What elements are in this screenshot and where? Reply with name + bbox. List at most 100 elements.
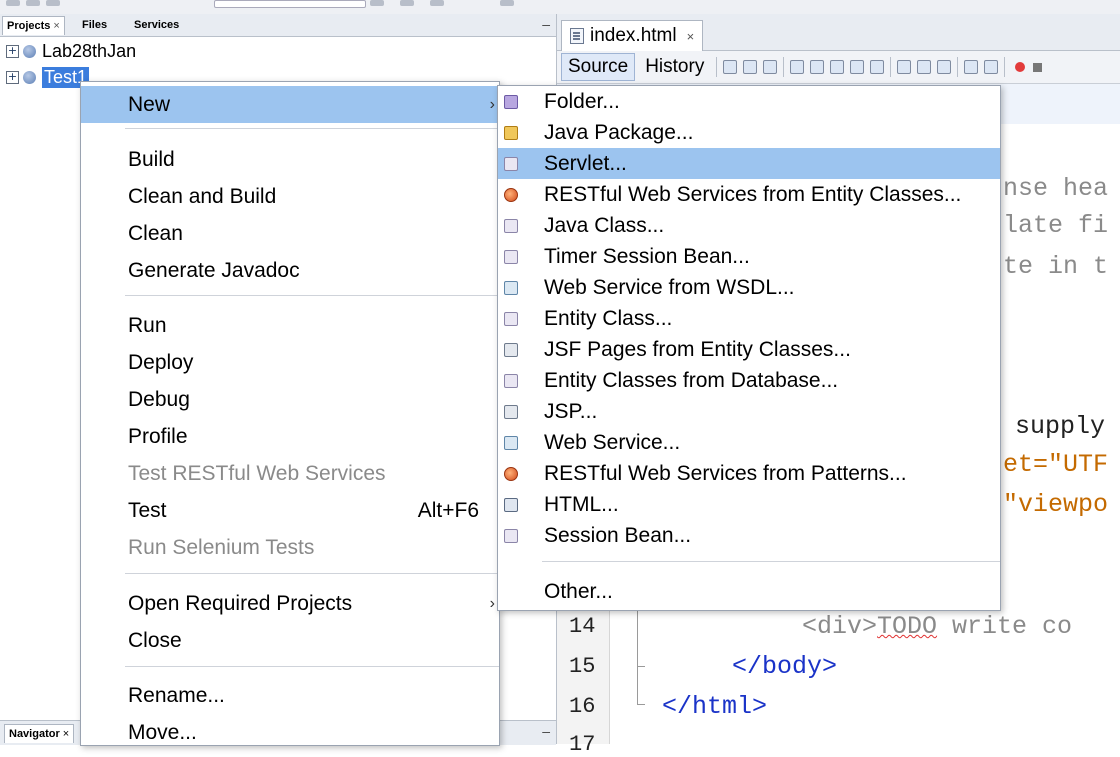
menu-item-clean[interactable]: Clean (81, 215, 499, 252)
submenu-item-label: Entity Classes from Database... (544, 369, 839, 392)
submenu-item-html[interactable]: HTML... (498, 489, 1000, 520)
close-icon[interactable]: × (53, 20, 59, 32)
toggle-bookmark-icon[interactable] (937, 60, 952, 74)
fold-guide (637, 666, 645, 667)
submenu-item-timer-session-bean[interactable]: Timer Session Bean... (498, 241, 1000, 272)
submenu-item-entity-from-database[interactable]: Entity Classes from Database... (498, 365, 1000, 396)
submenu-arrow-icon: › (489, 96, 495, 113)
config-dropdown[interactable] (214, 0, 366, 8)
code-line[interactable]: "viewpo (1003, 490, 1108, 519)
submenu-item-web-service-from-wsdl[interactable]: Web Service from WSDL... (498, 272, 1000, 303)
toolbar-separator (1004, 57, 1006, 77)
debug-icon[interactable] (430, 0, 444, 6)
menu-item-test[interactable]: Test Alt+F6 (81, 492, 499, 529)
stop-macro-icon[interactable] (1033, 62, 1043, 72)
new-project-icon[interactable] (26, 0, 40, 6)
menu-item-profile[interactable]: Profile (81, 418, 499, 455)
build-icon[interactable] (370, 0, 384, 6)
expand-icon[interactable]: + (6, 70, 19, 84)
submenu-item-restful-from-entity[interactable]: RESTful Web Services from Entity Classes… (498, 179, 1000, 210)
code-line-14[interactable]: <div>TODO write co (802, 612, 1072, 641)
submenu-item-jsp[interactable]: JSP... (498, 396, 1000, 427)
submenu-item-label: Folder... (544, 90, 620, 113)
code-line[interactable]: et="UTF (1003, 450, 1108, 479)
open-project-icon[interactable] (46, 0, 60, 6)
menu-item-build[interactable]: Build (81, 141, 499, 178)
submenu-item-entity-class[interactable]: Entity Class... (498, 303, 1000, 334)
new-file-icon[interactable] (6, 0, 20, 6)
class-icon (504, 529, 518, 543)
toolbar-separator (716, 57, 718, 77)
menu-item-label: Open Required Projects (128, 592, 353, 615)
source-button[interactable]: Source (561, 53, 636, 81)
history-button[interactable]: History (639, 54, 710, 80)
close-icon[interactable]: × (687, 29, 695, 44)
profile-icon[interactable] (500, 0, 514, 6)
submenu-item-web-service[interactable]: Web Service... (498, 427, 1000, 458)
menu-item-clean-and-build[interactable]: Clean and Build (81, 178, 499, 215)
code-line-15[interactable]: </body> (732, 652, 837, 681)
menu-item-open-required-projects[interactable]: Open Required Projects › (81, 585, 499, 622)
submenu-item-folder[interactable]: Folder... (498, 86, 1000, 117)
menu-item-generate-javadoc[interactable]: Generate Javadoc (81, 252, 499, 289)
submenu-item-java-package[interactable]: Java Package... (498, 117, 1000, 148)
code-line[interactable]: supply (1015, 412, 1105, 441)
tree-item-lab28thjan[interactable]: + Lab28thJan (6, 40, 136, 62)
tab-files[interactable]: Files (78, 16, 111, 34)
submenu-item-restful-from-patterns[interactable]: RESTful Web Services from Patterns... (498, 458, 1000, 489)
menu-item-close[interactable]: Close (81, 622, 499, 659)
previous-bookmark-icon[interactable] (897, 60, 912, 74)
menu-item-deploy[interactable]: Deploy (81, 344, 499, 381)
jsp-icon (504, 405, 518, 419)
find-icon[interactable] (790, 60, 805, 74)
submenu-item-jsf-pages[interactable]: JSF Pages from Entity Classes... (498, 334, 1000, 365)
find-selection-icon[interactable] (850, 60, 865, 74)
line-number: 16 (569, 694, 596, 719)
start-macro-icon[interactable] (1015, 62, 1026, 72)
back-icon[interactable] (743, 60, 758, 74)
close-icon[interactable]: × (63, 728, 69, 740)
shift-left-icon[interactable] (964, 60, 979, 74)
menu-item-new[interactable]: New › (81, 86, 499, 123)
next-bookmark-icon[interactable] (917, 60, 932, 74)
tab-navigator[interactable]: Navigator × (4, 724, 75, 743)
tab-services[interactable]: Services (130, 16, 183, 34)
forward-icon[interactable] (763, 60, 778, 74)
code-line[interactable]: nse hea (1003, 174, 1108, 203)
menu-item-debug[interactable]: Debug (81, 381, 499, 418)
tab-projects[interactable]: Projects × (2, 16, 65, 35)
toolbar-separator (957, 57, 959, 77)
menu-item-label: Run Selenium Tests (128, 536, 315, 559)
main-toolbar (0, 0, 1120, 15)
code-line[interactable]: te in t (1003, 252, 1108, 281)
last-edit-icon[interactable] (723, 60, 738, 74)
minimize-icon[interactable]: – (542, 723, 550, 739)
submenu-item-session-bean[interactable]: Session Bean... (498, 520, 1000, 551)
tree-item-test1[interactable]: + Test1 (6, 66, 90, 88)
rest-icon (504, 467, 518, 481)
find-previous-icon[interactable] (810, 60, 825, 74)
expand-icon[interactable]: + (6, 44, 19, 58)
minimize-icon[interactable]: – (542, 16, 550, 32)
jsf-icon (504, 343, 518, 357)
submenu-item-java-class[interactable]: Java Class... (498, 210, 1000, 241)
menu-item-rename[interactable]: Rename... (81, 677, 499, 714)
submenu-item-other[interactable]: Other... (498, 576, 1000, 607)
menu-separator (125, 295, 499, 296)
menu-item-run[interactable]: Run (81, 307, 499, 344)
code-line[interactable]: late fi (1003, 211, 1108, 240)
menu-item-label: Test (128, 499, 167, 522)
find-next-icon[interactable] (830, 60, 845, 74)
menu-item-move[interactable]: Move... (81, 714, 499, 751)
tab-projects-label: Projects (7, 20, 51, 32)
run-icon[interactable] (400, 0, 414, 6)
tab-services-label: Services (134, 19, 180, 31)
submenu-item-servlet[interactable]: Servlet... (498, 148, 1000, 179)
menu-item-label: Close (128, 629, 182, 652)
toggle-highlight-icon[interactable] (870, 60, 885, 74)
tab-index-html[interactable]: index.html × (561, 20, 704, 51)
class-icon (504, 312, 518, 326)
menu-item-shortcut: Alt+F6 (417, 499, 479, 522)
code-line-16[interactable]: </html> (662, 692, 767, 721)
shift-right-icon[interactable] (984, 60, 999, 74)
